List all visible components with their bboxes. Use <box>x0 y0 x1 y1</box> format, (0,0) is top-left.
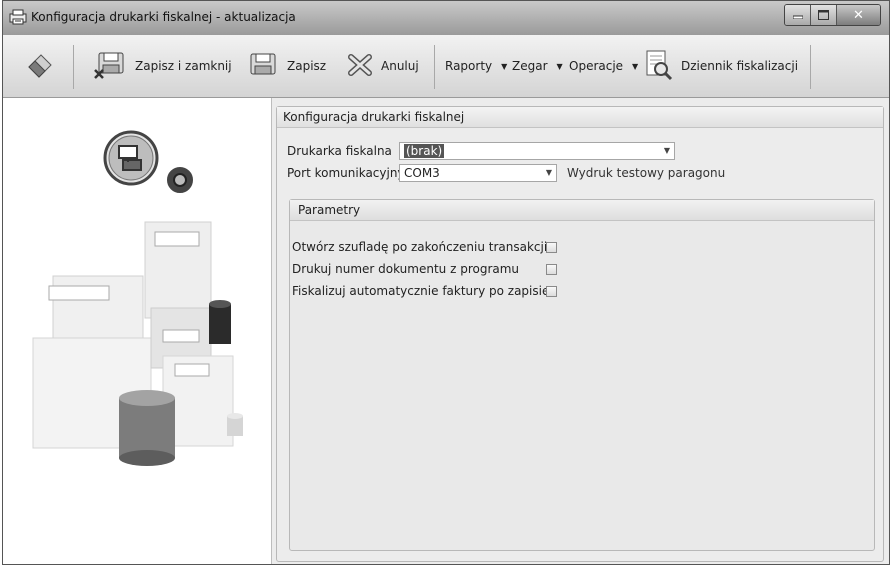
group-title: Konfiguracja drukarki fiskalnej <box>277 107 883 128</box>
chevron-down-icon: ▼ <box>556 61 563 71</box>
floppy-icon <box>247 50 281 83</box>
open-drawer-checkbox[interactable] <box>546 242 557 253</box>
clock-label: Zegar <box>512 59 548 73</box>
close-icon: ✕ <box>853 7 864 23</box>
toolbar-separator <box>73 45 74 89</box>
parameters-group: Parametry Otwórz szufladę po zakończeniu… <box>289 199 875 551</box>
save-and-close-label: Zapisz i zamknij <box>135 59 232 73</box>
option-label: Drukuj numer dokumentu z programu <box>292 262 520 276</box>
reports-label: Raporty <box>445 59 493 73</box>
fiscal-printer-config-group: Konfiguracja drukarki fiskalnej Drukarka… <box>276 106 884 562</box>
main-panel: Konfiguracja drukarki fiskalnej Drukarka… <box>271 98 889 564</box>
illustration-pane <box>3 98 271 564</box>
eraser-icon <box>25 51 55 82</box>
test-print-link[interactable]: Wydruk testowy paragonu <box>567 166 725 180</box>
save-label: Zapisz <box>287 59 327 73</box>
chevron-down-icon: ▼ <box>632 61 639 71</box>
print-doc-number-checkbox[interactable] <box>546 264 557 275</box>
journal-search-icon <box>643 49 675 84</box>
save-and-close-button[interactable]: Zapisz i zamknij <box>93 35 232 97</box>
port-select[interactable]: COM3 ▼ <box>399 164 557 182</box>
window-controls: ✕ <box>784 4 881 26</box>
cancel-button[interactable]: Anuluj <box>345 35 419 97</box>
toolbar-separator <box>810 45 811 89</box>
port-value: COM3 <box>404 166 440 180</box>
auto-fiscalize-checkbox[interactable] <box>546 286 557 297</box>
option-label: Fiskalizuj automatycznie faktury po zapi… <box>292 284 550 298</box>
chevron-down-icon: ▼ <box>545 168 552 177</box>
clock-menu[interactable]: Zegar ▼ <box>512 35 563 97</box>
eraser-button[interactable] <box>25 35 55 97</box>
save-close-icon <box>93 50 129 83</box>
minimize-button[interactable] <box>785 5 811 25</box>
port-label: Port komunikacyjny <box>287 166 405 180</box>
printer-icon <box>9 9 27 25</box>
operations-label: Operacje <box>569 59 624 73</box>
operations-menu[interactable]: Operacje ▼ <box>569 35 638 97</box>
printer-select[interactable]: (brak) ▼ <box>399 142 675 160</box>
minimize-icon <box>792 15 803 19</box>
maximize-button[interactable] <box>811 5 837 25</box>
option-label: Otwórz szufladę po zakończeniu transakcj… <box>292 240 548 254</box>
close-button[interactable]: ✕ <box>837 5 880 25</box>
cancel-label: Anuluj <box>381 59 419 73</box>
save-button[interactable]: Zapisz <box>247 35 326 97</box>
chevron-down-icon: ▼ <box>663 146 670 155</box>
chevron-down-icon: ▼ <box>501 61 508 71</box>
maximize-icon <box>818 10 829 20</box>
cancel-icon <box>345 51 375 82</box>
parameters-title: Parametry <box>290 200 874 221</box>
toolbar-separator <box>434 45 435 89</box>
printer-label: Drukarka fiskalna <box>287 144 392 158</box>
toolbar: Zapisz i zamknij Zapisz Anuluj Raporty ▼… <box>3 35 889 98</box>
printer-config-illustration <box>32 130 243 466</box>
title-bar[interactable]: Konfiguracja drukarki fiskalnej - aktual… <box>3 1 889 36</box>
app-window: Konfiguracja drukarki fiskalnej - aktual… <box>2 0 890 565</box>
reports-menu[interactable]: Raporty ▼ <box>445 35 507 97</box>
printer-value: (brak) <box>404 144 445 158</box>
fiscal-journal-label: Dziennik fiskalizacji <box>681 59 799 73</box>
fiscal-journal-button[interactable]: Dziennik fiskalizacji <box>643 35 798 97</box>
window-title: Konfiguracja drukarki fiskalnej - aktual… <box>31 10 296 24</box>
